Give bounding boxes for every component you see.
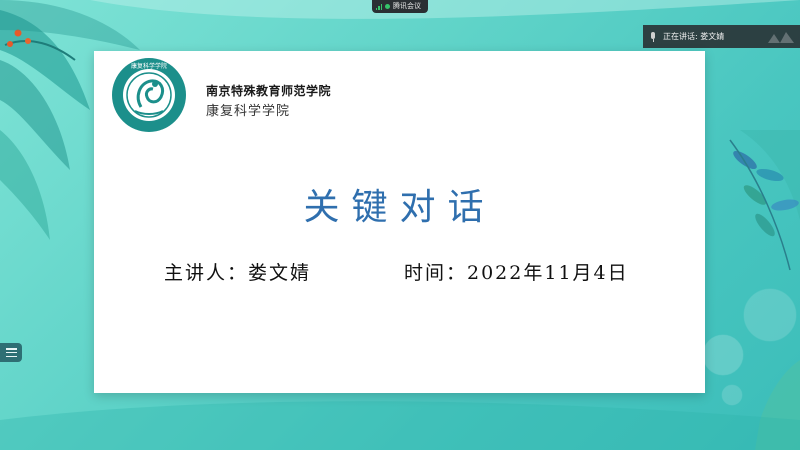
list-icon <box>5 348 17 357</box>
speaker-label: 正在讲话: 娄文婧 <box>663 32 725 41</box>
meeting-status-pill[interactable]: 腾讯会议 <box>372 0 428 13</box>
shared-slide: 康复科学学院 南京特殊教育师范学院 康复科学学院 关键对话 主讲人：娄文婧 时间… <box>94 51 705 393</box>
college-logo: 康复科学学院 <box>112 58 186 132</box>
dot-icon <box>385 4 390 9</box>
speaker-wave-icon <box>768 32 794 43</box>
mic-icon <box>649 31 657 42</box>
college-name: 康复科学学院 <box>206 104 291 119</box>
presenter-label: 主讲人：娄文婧 <box>164 262 312 284</box>
date-label: 时间：2022年11月4日 <box>404 262 629 284</box>
slide-title: 关键对话 <box>303 187 496 228</box>
meeting-app-title: 腾讯会议 <box>393 2 421 10</box>
logo-ring-text: 康复科学学院 <box>131 62 167 70</box>
bottom-wave-decoration <box>0 401 800 450</box>
top-wave-decoration <box>90 0 800 19</box>
signal-icon <box>376 3 382 10</box>
school-name: 南京特殊教育师范学院 <box>206 84 332 98</box>
speaking-indicator: 正在讲话: 娄文婧 <box>643 25 800 48</box>
member-list-toggle-button[interactable] <box>0 343 22 362</box>
